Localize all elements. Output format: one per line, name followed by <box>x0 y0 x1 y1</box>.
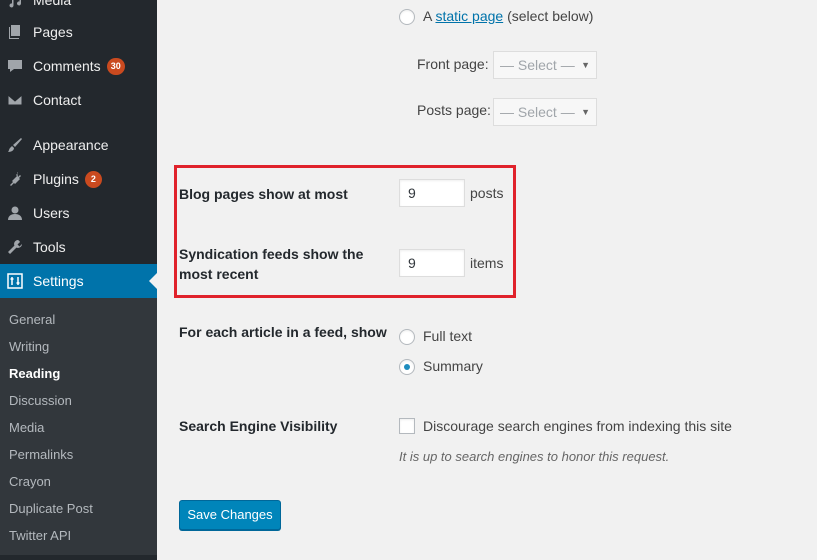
front-page-select-value: — Select — <box>500 57 575 73</box>
posts-unit-label: posts <box>470 185 504 201</box>
submenu-item-crayon[interactable]: Crayon <box>9 474 51 489</box>
posts-per-page-input[interactable]: 9 <box>399 179 465 207</box>
plugins-update-badge: 2 <box>84 170 102 188</box>
sidebar-item-label: Settings <box>33 273 84 289</box>
sidebar-item-label: Media <box>33 0 72 8</box>
sidebar-item-plugins[interactable]: Plugins 2 <box>0 162 157 196</box>
search-visibility-label: Search Engine Visibility <box>179 418 338 434</box>
submenu-item-twitter-api[interactable]: Twitter API <box>9 528 71 543</box>
sidebar-item-label: Comments <box>33 58 101 74</box>
sidebar-item-contact[interactable]: Contact <box>0 83 157 117</box>
posts-page-select[interactable]: — Select — ▼ <box>493 98 597 126</box>
sidebar-item-users[interactable]: Users <box>0 196 157 230</box>
front-page-label: Front page: <box>417 56 489 72</box>
submenu-item-duplicate-post[interactable]: Duplicate Post <box>9 501 93 516</box>
chevron-down-icon: ▼ <box>581 107 590 117</box>
discourage-search-label: Discourage search engines from indexing … <box>423 418 732 434</box>
feed-article-label: For each article in a feed, show <box>179 324 387 340</box>
static-page-prefix: A <box>423 8 432 24</box>
sidebar-item-settings[interactable]: Settings <box>0 264 157 298</box>
submenu-item-reading[interactable]: Reading <box>9 366 60 381</box>
sidebar-footer <box>0 555 157 560</box>
discourage-search-checkbox[interactable] <box>399 418 415 434</box>
search-visibility-description: It is up to search engines to honor this… <box>399 449 670 464</box>
submenu-item-permalinks[interactable]: Permalinks <box>9 447 73 462</box>
brush-icon <box>7 137 23 153</box>
full-text-radio[interactable] <box>399 329 415 345</box>
plugin-icon <box>7 171 23 187</box>
posts-page-label: Posts page: <box>417 102 491 118</box>
settings-submenu: General Writing Reading Discussion Media… <box>0 298 157 555</box>
sidebar-item-label: Pages <box>33 24 73 40</box>
summary-label: Summary <box>423 358 483 374</box>
static-page-radio[interactable] <box>399 9 415 25</box>
sidebar-item-comments[interactable]: Comments 30 <box>0 49 157 83</box>
posts-page-select-value: — Select — <box>500 104 575 120</box>
syndication-label-line2: most recent <box>179 266 259 282</box>
submenu-item-general[interactable]: General <box>9 312 55 327</box>
sidebar-item-appearance[interactable]: Appearance <box>0 128 157 162</box>
mail-icon <box>7 92 23 108</box>
sidebar-item-label: Appearance <box>33 137 109 153</box>
submenu-item-media[interactable]: Media <box>9 420 44 435</box>
save-changes-button[interactable]: Save Changes <box>179 500 281 530</box>
active-menu-arrow <box>149 273 157 289</box>
front-page-select[interactable]: — Select — ▼ <box>493 51 597 79</box>
wrench-icon <box>7 239 23 255</box>
static-page-label: A static page (select below) <box>423 8 593 24</box>
comments-count-badge: 30 <box>106 57 125 75</box>
sidebar-item-label: Users <box>33 205 70 221</box>
settings-icon <box>7 273 23 289</box>
comments-icon <box>7 58 23 74</box>
static-page-suffix: (select below) <box>507 8 594 24</box>
syndication-label-line1: Syndication feeds show the <box>179 246 364 262</box>
items-unit-label: items <box>470 255 504 271</box>
sidebar-item-pages[interactable]: Pages <box>0 15 157 49</box>
sidebar-item-tools[interactable]: Tools <box>0 230 157 264</box>
submenu-item-writing[interactable]: Writing <box>9 339 49 354</box>
summary-radio[interactable] <box>399 359 415 375</box>
sidebar-item-label: Contact <box>33 92 82 108</box>
submenu-item-discussion[interactable]: Discussion <box>9 393 72 408</box>
full-text-label: Full text <box>423 328 473 344</box>
media-icon <box>7 0 23 8</box>
users-icon <box>7 205 23 221</box>
pages-icon <box>7 24 23 40</box>
chevron-down-icon: ▼ <box>581 60 590 70</box>
feed-items-input[interactable]: 9 <box>399 249 465 277</box>
blog-pages-label: Blog pages show at most <box>179 186 348 202</box>
static-page-link[interactable]: static page <box>435 8 503 24</box>
sidebar-item-label: Tools <box>33 239 66 255</box>
sidebar-item-label: Plugins <box>33 171 79 187</box>
admin-sidebar: Media Pages Comments 30 Contact Appearan… <box>0 0 157 560</box>
